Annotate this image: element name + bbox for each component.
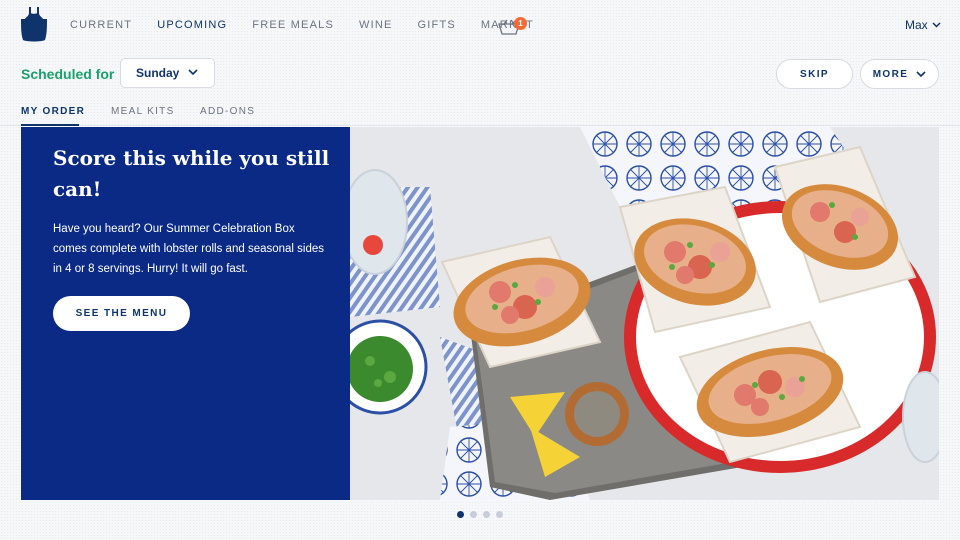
cart-button[interactable]: 1 — [498, 15, 530, 35]
carousel-dot[interactable] — [483, 511, 490, 518]
chevron-down-icon — [188, 69, 198, 76]
more-button[interactable]: MORE — [860, 59, 939, 89]
scheduled-for-label: Scheduled for — [21, 66, 115, 82]
see-the-menu-button[interactable]: SEE THE MENU — [53, 296, 190, 331]
hero-description: Have you heard? Our Summer Celebration B… — [53, 223, 325, 275]
user-menu[interactable]: Max — [905, 18, 941, 32]
tab-my-order[interactable]: MY ORDER — [21, 106, 85, 117]
nav-link-gifts[interactable]: GIFTS — [418, 19, 456, 32]
cart-count-badge: 1 — [514, 17, 527, 30]
more-label: MORE — [872, 68, 909, 80]
nav-link-upcoming[interactable]: UPCOMING — [157, 19, 227, 32]
carousel-dot[interactable] — [470, 511, 477, 518]
skip-label: SKIP — [800, 68, 829, 80]
active-tab-indicator — [21, 124, 79, 126]
nav-links: CURRENT UPCOMING FREE MEALS WINE GIFTS MARKET — [70, 19, 559, 32]
tab-meal-kits[interactable]: MEAL KITS — [111, 106, 175, 117]
hero-title: Score this while you still can! — [53, 146, 330, 201]
nav-link-free-meals[interactable]: FREE MEALS — [252, 19, 334, 32]
carousel-dots — [457, 511, 503, 518]
see-the-menu-label: SEE THE MENU — [75, 308, 168, 319]
nav-link-wine[interactable]: WINE — [359, 19, 393, 32]
chevron-down-icon — [932, 22, 941, 28]
top-navigation: CURRENT UPCOMING FREE MEALS WINE GIFTS MARKET… — [0, 0, 960, 52]
nav-link-current[interactable]: CURRENT — [70, 19, 132, 32]
lobster-rolls-photo — [350, 127, 939, 500]
order-tabs: MY ORDER MEAL KITS ADD-ONS — [0, 100, 960, 126]
carousel-dot[interactable] — [457, 511, 464, 518]
tab-add-ons[interactable]: ADD-ONS — [200, 106, 255, 117]
carousel-dot[interactable] — [496, 511, 503, 518]
skip-button[interactable]: SKIP — [776, 59, 853, 89]
user-name: Max — [905, 18, 928, 32]
chevron-down-icon — [916, 70, 926, 77]
delivery-day-value: Sunday — [136, 66, 180, 80]
hero-banner: Score this while you still can! Have you… — [21, 127, 939, 500]
apron-logo-icon[interactable] — [21, 7, 47, 43]
hero-text-panel: Score this while you still can! Have you… — [21, 127, 350, 500]
delivery-day-select[interactable]: Sunday — [120, 58, 215, 88]
